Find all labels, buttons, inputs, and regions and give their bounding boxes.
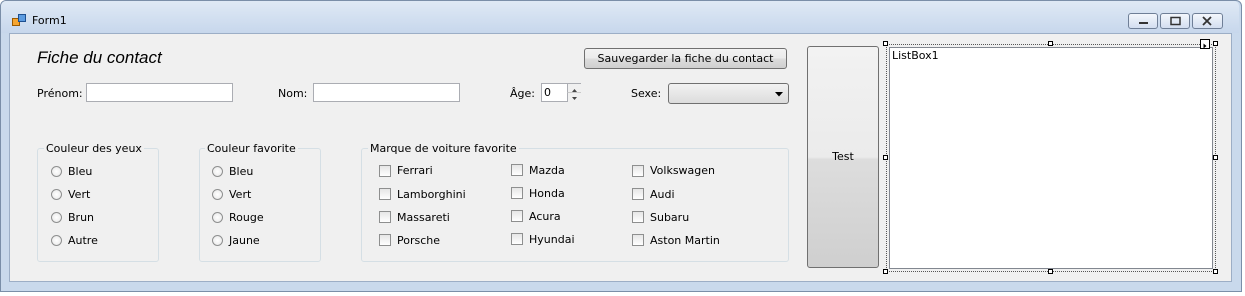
chevron-down-icon: [775, 92, 783, 97]
radio-eye-vert-label[interactable]: Vert: [68, 188, 90, 201]
age-value: 0: [544, 86, 551, 99]
check-aston-martin[interactable]: [632, 234, 644, 246]
minimize-button[interactable]: [1128, 13, 1158, 29]
minimize-icon: [1139, 22, 1148, 24]
radio-fav-rouge-label[interactable]: Rouge: [229, 211, 264, 224]
check-hyundai-label[interactable]: Hyundai: [529, 233, 575, 246]
radio-eye-bleu[interactable]: [51, 166, 62, 177]
check-acura[interactable]: [511, 210, 523, 222]
check-acura-label[interactable]: Acura: [529, 210, 561, 223]
check-honda[interactable]: [511, 187, 523, 199]
radio-fav-bleu[interactable]: [212, 166, 223, 177]
spin-down-icon: [572, 97, 577, 100]
test-button[interactable]: Test: [807, 46, 879, 268]
check-subaru-label[interactable]: Subaru: [650, 211, 689, 224]
form-app-icon: [12, 13, 26, 27]
resize-handle-bottom[interactable]: [1048, 269, 1053, 274]
save-contact-button[interactable]: Sauvegarder la fiche du contact: [584, 48, 787, 69]
smart-tag-button[interactable]: [1200, 39, 1210, 49]
check-lamborghini-label[interactable]: Lamborghini: [397, 188, 466, 201]
page-title: Fiche du contact: [37, 48, 162, 67]
nom-field[interactable]: [313, 83, 460, 102]
radio-fav-jaune[interactable]: [212, 235, 223, 246]
resize-handle-top[interactable]: [1048, 41, 1053, 46]
spin-up-button[interactable]: [567, 84, 581, 92]
check-honda-label[interactable]: Honda: [529, 187, 565, 200]
window-title: Form1: [32, 14, 67, 27]
eye-color-group-title: Couleur des yeux: [44, 142, 144, 155]
check-hyundai[interactable]: [511, 233, 523, 245]
listbox[interactable]: ListBox1: [889, 47, 1213, 269]
check-subaru[interactable]: [632, 211, 644, 223]
resize-handle-bottom-right[interactable]: [1213, 269, 1218, 274]
check-ferrari-label[interactable]: Ferrari: [397, 164, 433, 177]
check-volkswagen-label[interactable]: Volkswagen: [650, 164, 715, 177]
check-mazda-label[interactable]: Mazda: [529, 164, 565, 177]
radio-eye-brun-label[interactable]: Brun: [68, 211, 94, 224]
favorite-color-group-title: Couleur favorite: [205, 142, 298, 155]
age-label: Âge:: [510, 87, 535, 100]
check-massareti[interactable]: [379, 211, 391, 223]
check-porsche[interactable]: [379, 234, 391, 246]
check-volkswagen[interactable]: [632, 165, 644, 177]
radio-fav-jaune-label[interactable]: Jaune: [229, 234, 260, 247]
close-icon: [1202, 16, 1212, 26]
title-bar: [1, 1, 1239, 33]
check-massareti-label[interactable]: Massareti: [397, 211, 450, 224]
resize-handle-bottom-left[interactable]: [883, 269, 888, 274]
radio-fav-bleu-label[interactable]: Bleu: [229, 165, 253, 178]
car-brand-group-title: Marque de voiture favorite: [368, 142, 519, 155]
spin-down-button[interactable]: [567, 92, 581, 102]
radio-eye-autre[interactable]: [51, 235, 62, 246]
check-audi[interactable]: [632, 188, 644, 200]
radio-eye-vert[interactable]: [51, 189, 62, 200]
resize-handle-left[interactable]: [883, 155, 888, 160]
resize-handle-top-right[interactable]: [1213, 41, 1218, 46]
smart-tag-arrow-icon: [1203, 43, 1207, 49]
check-ferrari[interactable]: [379, 165, 391, 177]
maximize-icon: [1170, 16, 1181, 26]
sexe-label: Sexe:: [631, 87, 662, 100]
prenom-label: Prénom:: [37, 87, 83, 100]
radio-eye-bleu-label[interactable]: Bleu: [68, 165, 92, 178]
check-aston-martin-label[interactable]: Aston Martin: [650, 234, 720, 247]
check-audi-label[interactable]: Audi: [650, 188, 675, 201]
radio-eye-autre-label[interactable]: Autre: [68, 234, 98, 247]
resize-handle-top-left[interactable]: [883, 41, 888, 46]
check-lamborghini[interactable]: [379, 188, 391, 200]
close-button[interactable]: [1192, 13, 1223, 29]
check-porsche-label[interactable]: Porsche: [397, 234, 440, 247]
check-mazda[interactable]: [511, 164, 523, 176]
prenom-field[interactable]: [86, 83, 233, 102]
age-stepper[interactable]: 0: [541, 83, 581, 102]
listbox-label: ListBox1: [892, 49, 939, 62]
radio-fav-vert-label[interactable]: Vert: [229, 188, 251, 201]
radio-eye-brun[interactable]: [51, 212, 62, 223]
radio-fav-rouge[interactable]: [212, 212, 223, 223]
resize-handle-right[interactable]: [1213, 155, 1218, 160]
sexe-dropdown[interactable]: [668, 83, 789, 104]
nom-label: Nom:: [278, 87, 308, 100]
radio-fav-vert[interactable]: [212, 189, 223, 200]
maximize-button[interactable]: [1160, 13, 1190, 29]
